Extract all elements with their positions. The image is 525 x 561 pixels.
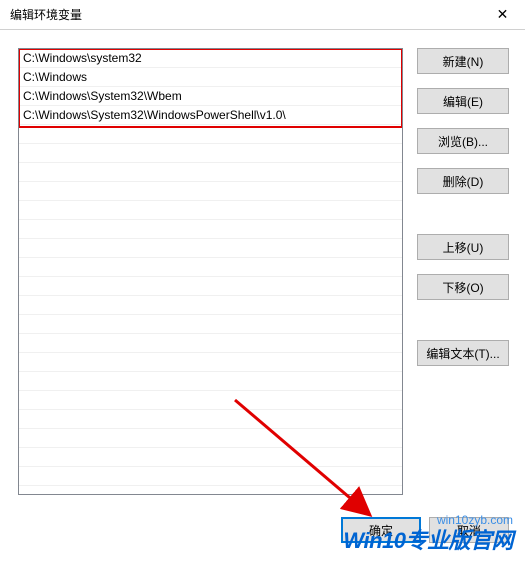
close-button[interactable]: ✕	[480, 0, 525, 30]
content-area: C:\Windows\system32 C:\Windows C:\Window…	[0, 30, 525, 495]
ok-button[interactable]: 确定	[341, 517, 421, 543]
list-item-empty[interactable]: .	[19, 239, 402, 258]
list-item[interactable]: C:\Windows	[19, 68, 402, 87]
list-item-empty[interactable]: .	[19, 448, 402, 467]
dialog-footer: 确定 取消	[341, 517, 509, 543]
list-item-empty[interactable]: .	[19, 315, 402, 334]
list-item-empty[interactable]: .	[19, 125, 402, 144]
list-item-empty[interactable]: .	[19, 429, 402, 448]
list-item-empty[interactable]: .	[19, 353, 402, 372]
button-column: 新建(N) 编辑(E) 浏览(B)... 删除(D) 上移(U) 下移(O) 编…	[417, 48, 509, 495]
list-item-empty[interactable]: .	[19, 201, 402, 220]
list-item-empty[interactable]: .	[19, 410, 402, 429]
list-item-empty[interactable]: .	[19, 296, 402, 315]
list-item-empty[interactable]: .	[19, 334, 402, 353]
delete-button[interactable]: 删除(D)	[417, 168, 509, 194]
list-item-empty[interactable]: .	[19, 467, 402, 486]
list-item-empty[interactable]: .	[19, 220, 402, 239]
list-item[interactable]: C:\Windows\System32\WindowsPowerShell\v1…	[19, 106, 402, 125]
edit-button[interactable]: 编辑(E)	[417, 88, 509, 114]
cancel-button[interactable]: 取消	[429, 517, 509, 543]
titlebar: 编辑环境变量 ✕	[0, 0, 525, 30]
path-listbox[interactable]: C:\Windows\system32 C:\Windows C:\Window…	[18, 48, 403, 495]
list-item[interactable]: C:\Windows\system32	[19, 49, 402, 68]
window-title: 编辑环境变量	[10, 6, 82, 23]
list-item-empty[interactable]: .	[19, 144, 402, 163]
move-up-button[interactable]: 上移(U)	[417, 234, 509, 260]
list-item-empty[interactable]: .	[19, 372, 402, 391]
list-item[interactable]: C:\Windows\System32\Wbem	[19, 87, 402, 106]
close-icon: ✕	[497, 6, 509, 23]
list-item-empty[interactable]: .	[19, 163, 402, 182]
browse-button[interactable]: 浏览(B)...	[417, 128, 509, 154]
list-item-empty[interactable]: .	[19, 258, 402, 277]
edit-text-button[interactable]: 编辑文本(T)...	[417, 340, 509, 366]
list-item-empty[interactable]: .	[19, 391, 402, 410]
new-button[interactable]: 新建(N)	[417, 48, 509, 74]
list-item-empty[interactable]: .	[19, 277, 402, 296]
move-down-button[interactable]: 下移(O)	[417, 274, 509, 300]
list-item-empty[interactable]: .	[19, 182, 402, 201]
